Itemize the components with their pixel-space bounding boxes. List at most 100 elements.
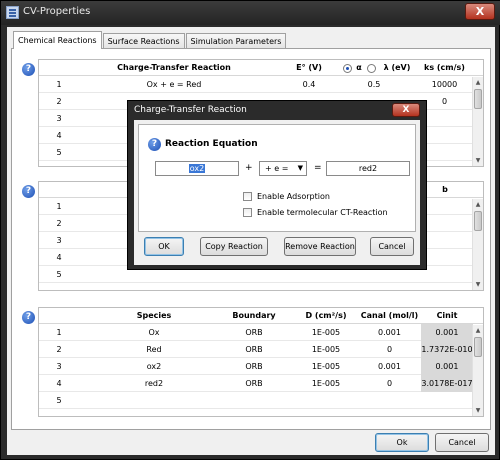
row-number: 5 xyxy=(56,148,62,157)
canal-cell[interactable]: 0.001 xyxy=(357,324,422,341)
scroll-down-icon[interactable]: ▼ xyxy=(473,155,483,166)
help-icon[interactable]: ? xyxy=(22,311,35,324)
row-number: 2 xyxy=(56,345,62,354)
row-number: 2 xyxy=(56,219,62,228)
boundary-cell[interactable]: ORB xyxy=(224,358,284,375)
scroll-up-icon[interactable]: ▲ xyxy=(473,77,483,88)
left-species-input[interactable]: ox2 xyxy=(155,161,239,176)
table-row[interactable]: 5 xyxy=(39,392,483,409)
scroll-up-icon[interactable]: ▲ xyxy=(473,325,483,336)
row-number: 4 xyxy=(56,253,62,262)
electrons-select[interactable]: + e = ▼ xyxy=(259,161,307,176)
help-icon[interactable]: ? xyxy=(148,138,161,151)
dialog-cancel-button[interactable]: Cancel xyxy=(370,237,414,256)
table-row[interactable]: 3 ox2 ORB 1E-005 0.001 0.001 xyxy=(39,358,483,375)
tab-strip: Chemical Reactions Surface Reactions Sim… xyxy=(13,31,287,49)
table-row[interactable]: 1 Ox ORB 1E-005 0.001 0.001 xyxy=(39,324,483,341)
e0-cell[interactable]: 0.4 xyxy=(284,76,334,93)
dialog-title: Charge-Transfer Reaction xyxy=(134,105,247,115)
canal-cell[interactable]: 0 xyxy=(357,341,422,358)
reaction-equation-panel: ? Reaction Equation ox2 + + e = ▼ = red2… xyxy=(138,124,416,232)
boundary-cell[interactable]: ORB xyxy=(224,324,284,341)
table-header: Charge-Transfer Reaction E° (V) α λ (eV)… xyxy=(39,60,483,76)
row-number: 3 xyxy=(56,362,62,371)
boundary-cell[interactable]: ORB xyxy=(224,375,284,392)
scroll-thumb[interactable] xyxy=(474,337,482,357)
vertical-scrollbar[interactable]: ▲ ▼ xyxy=(472,325,483,416)
cinit-cell: 0.001 xyxy=(421,358,473,375)
table-row[interactable]: 1 Ox + e = Red 0.4 0.5 10000 xyxy=(39,76,483,93)
canal-cell[interactable]: 0.001 xyxy=(357,358,422,375)
species-cell[interactable]: ox2 xyxy=(79,358,229,375)
col-cinit: Cinit (mol/l) xyxy=(432,311,462,336)
row-number: 1 xyxy=(56,80,62,89)
cinit-cell: 0.001 xyxy=(421,324,473,341)
scroll-down-icon[interactable]: ▼ xyxy=(473,405,483,416)
app-icon xyxy=(6,6,19,19)
vertical-scrollbar[interactable]: ▲ ▼ xyxy=(472,199,483,290)
enable-termolecular-checkbox[interactable] xyxy=(243,208,252,217)
row-number: 1 xyxy=(56,202,62,211)
row-number: 4 xyxy=(56,379,62,388)
scroll-thumb[interactable] xyxy=(474,211,482,231)
scroll-thumb[interactable] xyxy=(474,89,482,109)
boundary-cell[interactable]: ORB xyxy=(224,341,284,358)
window-title: CV-Properties xyxy=(23,6,91,17)
help-icon[interactable]: ? xyxy=(22,185,35,198)
table-row[interactable]: 2 Red ORB 1E-005 0 1.7372E-010 xyxy=(39,341,483,358)
reaction-equation-label: Reaction Equation xyxy=(165,139,258,149)
ok-button[interactable]: Ok xyxy=(375,433,429,452)
row-number: 4 xyxy=(56,131,62,140)
equals-sign: = xyxy=(314,163,322,173)
charge-transfer-dialog: Charge-Transfer Reaction X ? Reaction Eq… xyxy=(127,100,427,270)
species-table: Species Boundary D (cm²/s) Canal (mol/l)… xyxy=(38,307,484,417)
remove-reaction-button[interactable]: Remove Reaction xyxy=(284,237,356,256)
right-species-input[interactable]: red2 xyxy=(326,161,410,176)
col-d: D (cm²/s) xyxy=(305,311,347,320)
reaction-cell[interactable]: Ox + e = Red xyxy=(79,76,269,93)
table-header: Species Boundary D (cm²/s) Canal (mol/l)… xyxy=(39,308,483,336)
col-boundary: Boundary xyxy=(232,311,276,320)
col-lambda: λ (eV) xyxy=(383,63,411,72)
canal-cell[interactable]: 0 xyxy=(357,375,422,392)
species-cell[interactable]: Ox xyxy=(79,324,229,341)
table-row[interactable]: 4 red2 ORB 1E-005 0 3.0178E-017 xyxy=(39,375,483,392)
row-number: 2 xyxy=(56,97,62,106)
vertical-scrollbar[interactable]: ▲ ▼ xyxy=(472,77,483,166)
d-cell[interactable]: 1E-005 xyxy=(291,341,361,358)
species-cell[interactable]: Red xyxy=(79,341,229,358)
row-number: 3 xyxy=(56,236,62,245)
copy-reaction-button[interactable]: Copy Reaction xyxy=(200,237,268,256)
col-reaction: Charge-Transfer Reaction xyxy=(117,63,231,72)
d-cell[interactable]: 1E-005 xyxy=(291,324,361,341)
chevron-down-icon: ▼ xyxy=(297,164,303,172)
species-cell[interactable]: red2 xyxy=(79,375,229,392)
dialog-close-button[interactable]: X xyxy=(392,103,420,117)
tab-surface-reactions[interactable]: Surface Reactions xyxy=(102,33,185,49)
col-alpha: α xyxy=(356,63,362,72)
cinit-cell: 1.7372E-010 xyxy=(421,341,473,358)
row-number: 5 xyxy=(56,270,62,279)
col-kb-partial: b xyxy=(442,185,448,194)
row-number: 5 xyxy=(56,396,62,405)
scroll-up-icon[interactable]: ▲ xyxy=(473,199,483,210)
enable-adsorption-checkbox[interactable] xyxy=(243,192,252,201)
enable-termolecular-label: Enable termolecular CT-Reaction xyxy=(257,208,388,217)
alpha-radio[interactable] xyxy=(343,64,352,73)
alpha-cell[interactable]: 0.5 xyxy=(344,76,404,93)
d-cell[interactable]: 1E-005 xyxy=(291,375,361,392)
cancel-button[interactable]: Cancel xyxy=(435,433,489,452)
tab-simulation-parameters[interactable]: Simulation Parameters xyxy=(185,33,287,49)
ks-cell[interactable]: 10000 xyxy=(417,76,472,93)
electrons-value: + e = xyxy=(265,164,289,173)
dialog-ok-button[interactable]: OK xyxy=(144,237,184,256)
lambda-radio[interactable] xyxy=(367,64,376,73)
col-canal: Canal (mol/l) xyxy=(360,311,419,320)
col-ks: ks (cm/s) xyxy=(424,63,465,72)
scroll-down-icon[interactable]: ▼ xyxy=(473,279,483,290)
window-close-button[interactable]: X xyxy=(465,3,495,20)
tab-chemical-reactions[interactable]: Chemical Reactions xyxy=(13,31,102,49)
help-icon[interactable]: ? xyxy=(22,63,35,76)
d-cell[interactable]: 1E-005 xyxy=(291,358,361,375)
col-e0: E° (V) xyxy=(296,63,322,72)
